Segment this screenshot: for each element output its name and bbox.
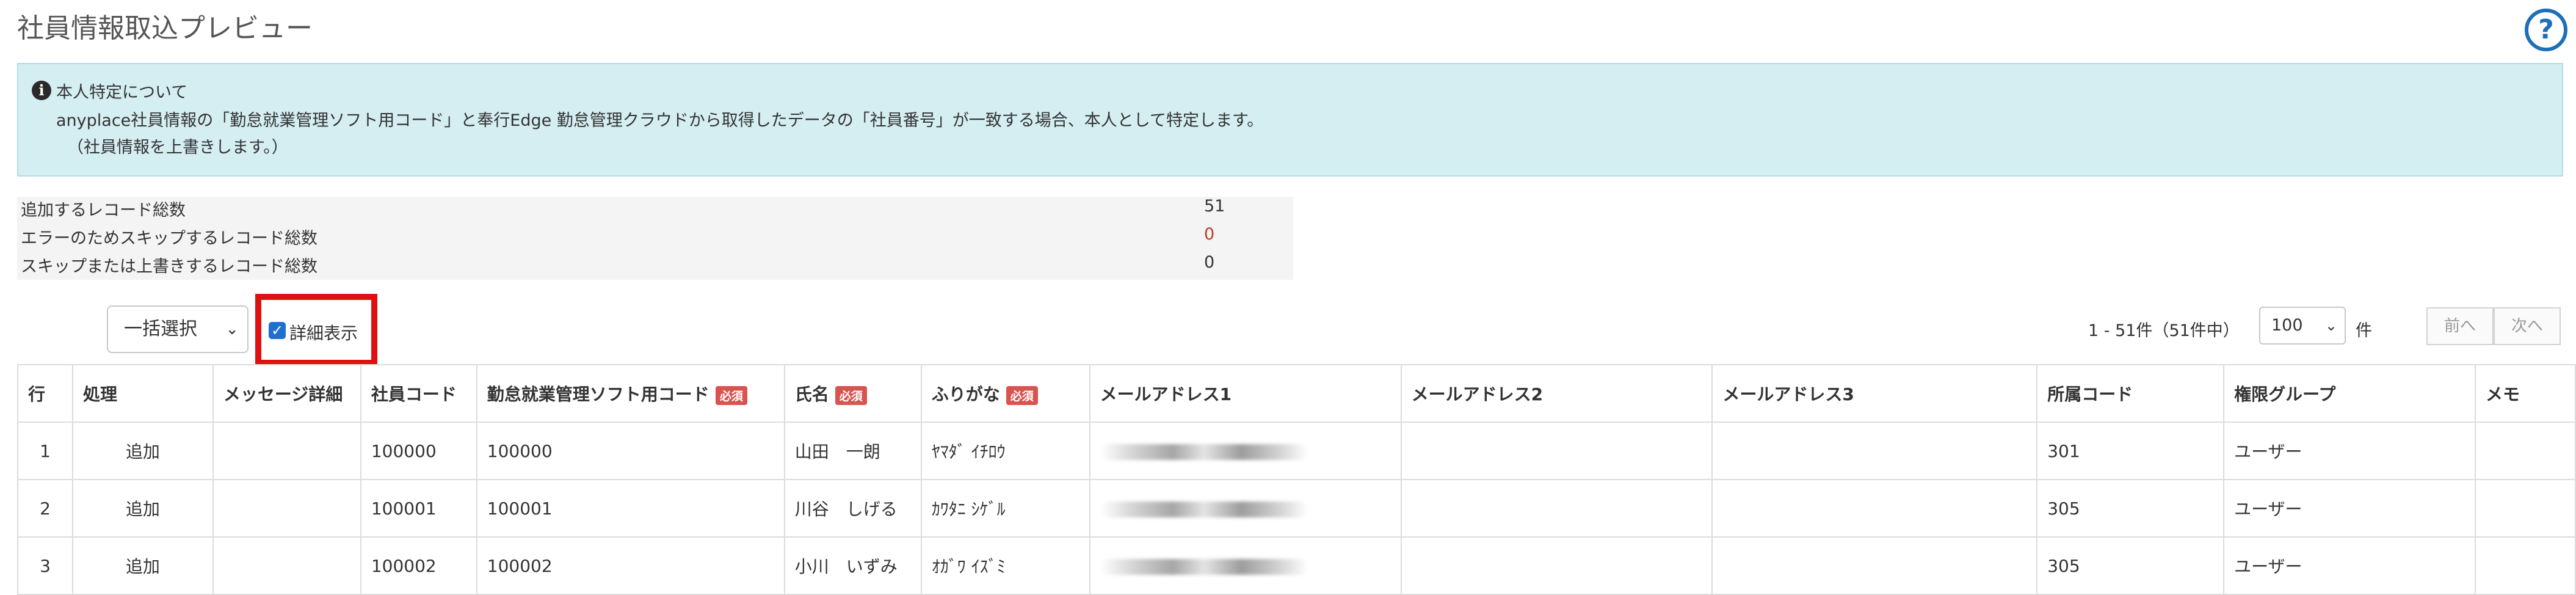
detail-view-label[interactable]: 詳細表示 [289,320,358,345]
cell-dept-code: 305 [2036,479,2225,538]
info-circle-icon: i [32,81,51,100]
cell-permission-group: ユーザー [2223,422,2476,480]
cell-permission-group: ユーザー [2223,479,2476,538]
bulk-select-label: 一括選択 [124,318,197,340]
cell-employee-code: 100001 [360,479,477,538]
cell-name: 山田 一朗 [783,422,922,480]
required-badge: 必須 [1006,385,1038,405]
cell-dept-code: 305 [2036,536,2225,595]
col-header-attendance-code-label: 勤怠就業管理ソフト用コード [487,384,709,404]
cell-employee-code: 100000 [360,422,477,480]
info-line-2: （社員情報を上書きします。） [67,138,288,157]
col-header-memo: メモ [2474,364,2576,423]
pagination-range: 1 - 51件（51件中） [2088,321,2240,340]
col-header-mail1: メールアドレス1 [1089,364,1402,423]
col-header-dept-code: 所属コード [2036,364,2225,423]
cell-attendance-code: 100002 [476,536,785,595]
question-circle-icon[interactable]: ? [2525,9,2567,51]
cell-employee-code: 100002 [360,536,477,595]
chevron-down-icon: ⌄ [2324,317,2337,334]
per-page-value: 100 [2271,316,2303,335]
table-row[interactable]: 2 追加 100001 100001 川谷 しげる ｶﾜﾀﾆ ｼｹﾞﾙ 305 … [17,479,2576,538]
cell-message [212,422,361,480]
cell-kana: ﾔﾏﾀﾞ ｲﾁﾛｳ [920,422,1090,480]
cell-mail2 [1400,479,1713,538]
col-header-permission-group: 権限グループ [2223,364,2476,423]
chevron-down-icon: ⌄ [225,320,239,338]
cell-kana: ｵｶﾞﾜ ｲｽﾞﾐ [920,536,1090,595]
cell-mail1 [1089,479,1402,538]
cell-message [212,479,361,538]
cell-mail3 [1711,536,2038,595]
cell-row: 2 [17,479,73,538]
redacted-email [1100,558,1308,575]
cell-mail2 [1400,536,1713,595]
cell-name: 川谷 しげる [783,479,922,538]
cell-mail1 [1089,536,1402,595]
required-badge: 必須 [715,385,747,405]
prev-page-button[interactable]: 前へ [2426,307,2494,345]
cell-attendance-code: 100000 [476,422,785,480]
cell-dept-code: 301 [2036,422,2225,480]
cell-mail3 [1711,422,2038,480]
table-row[interactable]: 1 追加 100000 100000 山田 一朗 ﾔﾏﾀﾞ ｲﾁﾛｳ 301 ユ… [17,422,2576,480]
required-badge: 必須 [835,385,867,405]
cell-memo [2474,479,2576,538]
bulk-select-dropdown[interactable]: 一括選択 ⌄ [107,305,249,353]
cell-mail3 [1711,479,2038,538]
redacted-email [1100,501,1308,517]
col-header-attendance-code: 勤怠就業管理ソフト用コード 必須 [476,364,785,423]
cell-permission-group: ユーザー [2223,536,2476,595]
next-page-button[interactable]: 次へ [2494,307,2561,345]
cell-attendance-code: 100001 [476,479,785,538]
cell-action: 追加 [71,536,214,595]
cell-row: 1 [17,422,73,480]
per-page-unit: 件 [2356,321,2372,340]
col-header-message: メッセージ詳細 [212,364,361,423]
cell-memo [2474,422,2576,480]
per-page-select[interactable]: 100 ⌄ [2259,307,2346,345]
info-line-1: anyplace社員情報の「勤怠就業管理ソフト用コード」と奉行Edge 勤怠管理… [56,111,1264,130]
col-header-employee-code: 社員コード [360,364,477,423]
cell-action: 追加 [71,422,214,480]
page-title: 社員情報取込プレビュー [17,13,313,44]
cell-action: 追加 [71,479,214,538]
cell-kana: ｶﾜﾀﾆ ｼｹﾞﾙ [920,479,1090,538]
stat-label-add: 追加するレコード総数 [21,201,186,220]
cell-message [212,536,361,595]
stat-value-skip-overwrite: 0 [1204,253,1215,272]
redacted-email [1100,444,1308,460]
cell-mail1 [1089,422,1402,480]
import-preview-table: 行 処理 メッセージ詳細 社員コード 勤怠就業管理ソフト用コード 必須 氏名 必須 … [17,364,2576,595]
stat-label-error-skip: エラーのためスキップするレコード総数 [21,229,317,248]
stat-value-error-skip: 0 [1204,225,1215,244]
cell-row: 3 [17,536,73,595]
info-title: 本人特定について [56,83,188,102]
col-header-name-label: 氏名 [794,384,829,404]
stat-value-add: 51 [1204,197,1225,216]
col-header-mail2: メールアドレス2 [1400,364,1713,423]
detail-view-checkbox[interactable]: ✓ [269,322,286,339]
col-header-mail3: メールアドレス3 [1711,364,2038,423]
table-row[interactable]: 3 追加 100002 100002 小川 いずみ ｵｶﾞﾜ ｲｽﾞﾐ 305 … [17,536,2576,595]
info-panel: i 本人特定について anyplace社員情報の「勤怠就業管理ソフト用コード」と… [17,63,2563,177]
stat-label-skip-overwrite: スキップまたは上書きするレコード総数 [21,257,317,276]
cell-memo [2474,536,2576,595]
col-header-row: 行 [17,364,73,423]
col-header-kana-label: ふりがな [931,384,1000,404]
cell-mail2 [1400,422,1713,480]
table-header-row: 行 処理 メッセージ詳細 社員コード 勤怠就業管理ソフト用コード 必須 氏名 必須 … [17,364,2576,423]
col-header-action: 処理 [71,364,214,423]
col-header-name: 氏名 必須 [783,364,922,423]
col-header-kana: ふりがな 必須 [920,364,1090,423]
record-summary: 追加するレコード総数 51 エラーのためスキップするレコード総数 0 スキップま… [17,197,1293,280]
cell-name: 小川 いずみ [783,536,922,595]
